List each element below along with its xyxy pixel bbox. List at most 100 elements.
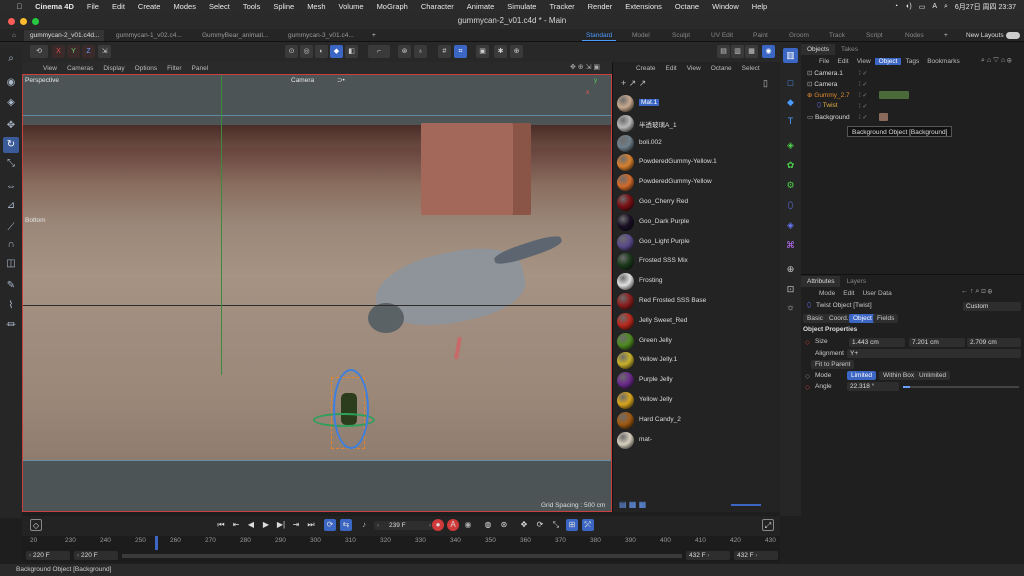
extrude-icon[interactable]: ◫ (3, 256, 19, 272)
mode-within-box[interactable]: Within Box (879, 371, 919, 380)
material-item[interactable]: Goo_Light Purple (615, 233, 779, 252)
move-icon[interactable]: ✥ (3, 118, 19, 134)
material-menu-octane[interactable]: Octane (706, 65, 737, 72)
menu-modes[interactable]: Modes (167, 2, 203, 11)
zoom-window-icon[interactable] (32, 18, 39, 25)
material-view-icons[interactable]: ▤ ▦ ▦ (619, 500, 646, 509)
tab-doc-2[interactable]: gummycan-1_v02.c4... (110, 30, 190, 41)
quantize-icon[interactable]: ⊕ (510, 45, 523, 58)
menu-mograph[interactable]: MoGraph (370, 2, 414, 11)
viewport-nav-icons[interactable]: ✥ ⊕ ⇲ ▣ (570, 63, 600, 71)
menu-octane[interactable]: Octane (668, 2, 705, 11)
3d-viewport[interactable]: Perspective Camera ⊃• Bottom y x Grid Sp… (22, 74, 612, 512)
material-item[interactable]: Jelly Sweet_Red (615, 312, 779, 331)
om-menu-edit[interactable]: Edit (833, 58, 852, 65)
soft-select-icon[interactable]: ⊛ (398, 45, 411, 58)
points-mode-icon[interactable]: ⊙ (285, 45, 298, 58)
attr-menu-mode[interactable]: Mode (815, 290, 839, 297)
light-icon[interactable]: ☼ (783, 300, 798, 315)
camera-link-icon[interactable]: ⊃• (337, 76, 345, 84)
size-x-field[interactable]: 1.443 cm (849, 338, 905, 347)
layout-model[interactable]: Model (628, 30, 654, 41)
om-menu-bookmarks[interactable]: Bookmarks (923, 58, 964, 65)
viewport-menu-filter[interactable]: Filter (162, 65, 186, 72)
key-pla-icon[interactable]: ⤡ (550, 519, 562, 531)
deformer-icon[interactable]: ⬯ (783, 198, 798, 213)
key-position-icon[interactable]: ◍ (482, 519, 494, 531)
tab-layers[interactable]: Layers (840, 276, 872, 287)
viewport-menu-cameras[interactable]: Cameras (62, 65, 98, 72)
material-item[interactable]: PowderedGummy-Yellow.1 (615, 153, 779, 172)
polygons-mode-icon[interactable]: ◐ (315, 45, 328, 58)
layout-sculpt[interactable]: Sculpt (668, 30, 694, 41)
search-icon[interactable]: ⌕ (944, 3, 948, 11)
key-scale-icon[interactable]: ✥ (518, 519, 530, 531)
subtab-basic[interactable]: Basic (803, 314, 827, 323)
transform-icon[interactable]: ⇔ (3, 179, 19, 195)
cube-icon[interactable]: ◆ (783, 95, 798, 110)
tab-objects[interactable]: Objects (801, 44, 836, 55)
material-item[interactable]: Purple Jelly (615, 371, 779, 390)
viewport-menu-display[interactable]: Display (98, 65, 129, 72)
next-frame-icon[interactable]: ▶| (275, 519, 287, 531)
timeline-expand-icon[interactable]: ⤢ (762, 519, 774, 531)
material-item[interactable]: boli.002 (615, 134, 779, 153)
sound-icon[interactable]: ♪ (358, 519, 370, 531)
generator-icon[interactable]: ◈ (783, 138, 798, 153)
om-menu-tags[interactable]: Tags (901, 58, 923, 65)
x-axis-button[interactable]: X (52, 45, 65, 58)
subtab-fields[interactable]: Fields (873, 314, 899, 323)
layout-nodes[interactable]: Nodes (901, 30, 928, 41)
text-icon[interactable]: T (783, 114, 798, 129)
menu-select[interactable]: Select (202, 2, 236, 11)
material-menu-select[interactable]: Select (737, 65, 765, 72)
menu-animate[interactable]: Animate (460, 2, 501, 11)
playhead[interactable] (155, 536, 158, 550)
close-window-icon[interactable] (8, 18, 15, 25)
object-row-background[interactable]: ▭ Background (807, 113, 850, 123)
material-item[interactable]: PowderedGummy-Yellow (615, 173, 779, 192)
timeline-ruler[interactable]: 20 230 240 250 260 270 280 290 300 310 320 330 340 35… (22, 536, 780, 550)
effector-icon[interactable]: ⚙ (783, 178, 798, 193)
menu-edit[interactable]: Edit (105, 2, 131, 11)
y-axis-button[interactable]: Y (67, 45, 80, 58)
app-menu[interactable]: Cinema 4D (29, 2, 81, 11)
camera-icon[interactable]: ⊡ (783, 282, 798, 297)
brush-icon[interactable]: ✎ (3, 278, 19, 294)
om-menu-file[interactable]: File (815, 58, 833, 65)
layout-toggle[interactable] (1006, 32, 1020, 39)
preset-select[interactable]: Custom (963, 302, 1021, 311)
viewport-menu-options[interactable]: Options (130, 65, 162, 72)
axis-mode-icon[interactable]: ⌐ (368, 45, 390, 58)
visibility-dots[interactable]: ⁞ ✓ ⁞ ✓ ⁞ ✓ ⁞ ✓ ⁞ ✓ (859, 69, 879, 123)
play-icon[interactable]: ▶ (260, 519, 272, 531)
playback-rate-icon[interactable]: ⇆ (340, 519, 352, 531)
angle-field[interactable]: 22.318 ° (847, 382, 899, 391)
minimize-window-icon[interactable] (20, 18, 27, 25)
viewport-menu-view[interactable]: View (38, 65, 62, 72)
size-y-field[interactable]: 7.201 cm (909, 338, 965, 347)
workplane-icon[interactable]: ✱ (494, 45, 507, 58)
menu-character[interactable]: Character (414, 2, 460, 11)
knife-icon[interactable]: ⟋ (3, 220, 19, 236)
render-settings-icon[interactable]: ▦ (745, 45, 758, 58)
menu-create[interactable]: Create (131, 2, 167, 11)
paint-icon[interactable]: ⌇ (3, 298, 19, 314)
current-frame-field[interactable]: ‹ 239 F › (374, 521, 434, 530)
model-mode-icon[interactable]: ◆ (330, 45, 343, 58)
next-key-icon[interactable]: ⇥ (290, 519, 302, 531)
go-to-end-icon[interactable]: ⏭ (305, 519, 317, 531)
attr-menu-user-data[interactable]: User Data (858, 290, 895, 297)
weight-icon[interactable]: ⏛ (3, 318, 19, 334)
tab-doc-3[interactable]: GummyBear_animati... (196, 30, 276, 41)
add-layout-icon[interactable]: + (940, 30, 952, 41)
add-tab-icon[interactable]: + (366, 30, 378, 41)
go-to-start-icon[interactable]: ⏮ (215, 519, 227, 531)
layout-standard[interactable]: Standard (582, 30, 617, 41)
layout-script[interactable]: Script (862, 30, 887, 41)
range-end-field[interactable]: 432 F › (686, 551, 730, 560)
cube-outline-icon[interactable]: □ (783, 76, 798, 91)
layout-track[interactable]: Track (825, 30, 849, 41)
prev-frame-icon[interactable]: ◀ (245, 519, 257, 531)
om-menu-view[interactable]: View (853, 58, 875, 65)
